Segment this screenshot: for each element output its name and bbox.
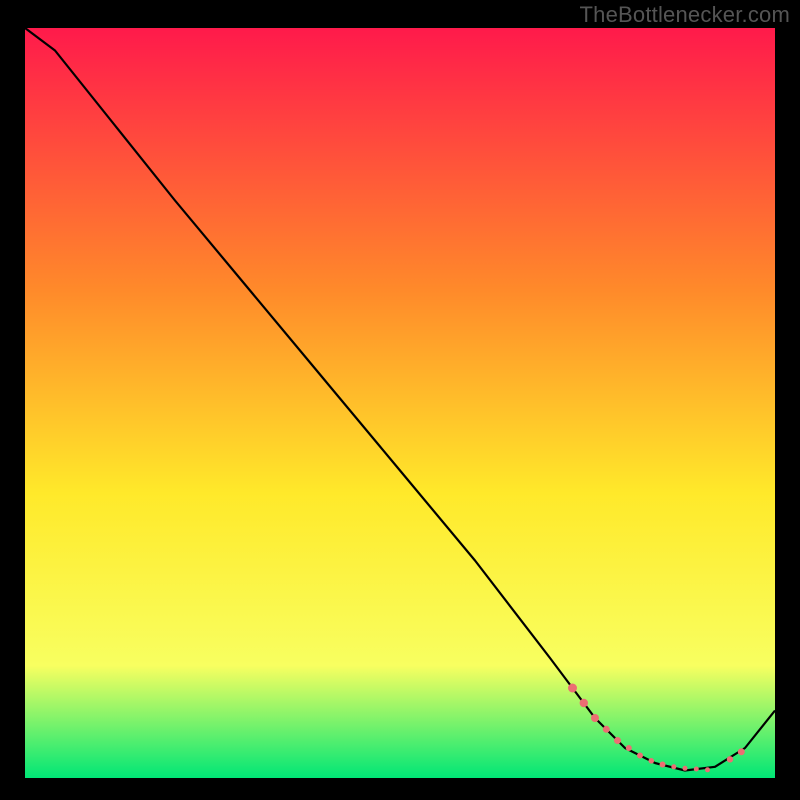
chart-container: TheBottlenecker.com bbox=[0, 0, 800, 800]
marker-point bbox=[683, 766, 688, 771]
marker-point bbox=[738, 748, 745, 755]
marker-point bbox=[626, 745, 632, 751]
marker-point bbox=[671, 764, 676, 769]
marker-point bbox=[660, 762, 666, 768]
marker-point bbox=[591, 714, 599, 722]
marker-point bbox=[568, 684, 577, 693]
marker-point bbox=[727, 756, 733, 762]
marker-point bbox=[649, 758, 655, 764]
marker-point bbox=[603, 726, 610, 733]
plot-svg bbox=[25, 28, 775, 778]
marker-point bbox=[705, 767, 710, 772]
attribution-text: TheBottlenecker.com bbox=[580, 2, 790, 28]
marker-point bbox=[694, 767, 699, 772]
marker-point bbox=[614, 737, 621, 744]
marker-point bbox=[580, 699, 588, 707]
marker-point bbox=[637, 753, 643, 759]
gradient-background bbox=[25, 28, 775, 778]
